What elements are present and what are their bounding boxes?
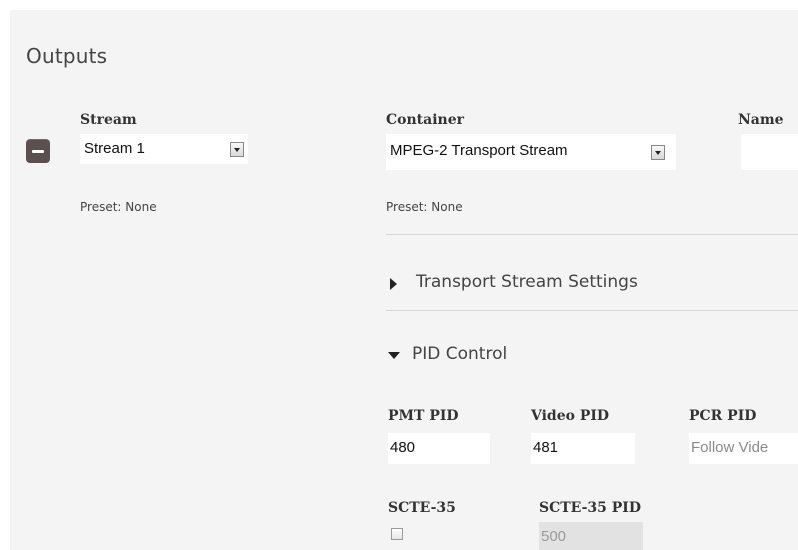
transport-stream-settings-heading: Transport Stream Settings <box>416 272 638 292</box>
stream-select[interactable]: Stream 1 <box>80 134 248 164</box>
pmt-pid-label: PMT PID <box>388 408 459 424</box>
pcr-pid-input[interactable]: Follow Vide <box>689 433 798 464</box>
remove-output-button[interactable] <box>26 139 50 163</box>
video-pid-input[interactable]: 481 <box>531 433 635 464</box>
chevron-down-icon[interactable] <box>230 142 244 157</box>
minus-icon <box>32 150 44 153</box>
name-input[interactable] <box>741 134 798 170</box>
transport-stream-settings-toggle[interactable]: Transport Stream Settings <box>388 272 708 296</box>
pid-control-toggle[interactable]: PID Control <box>388 344 588 368</box>
triangle-down-icon <box>388 352 400 359</box>
divider <box>386 234 798 235</box>
chevron-down-icon[interactable] <box>651 145 665 160</box>
container-select[interactable]: MPEG-2 Transport Stream <box>386 134 676 170</box>
scte35-checkbox[interactable] <box>391 528 403 540</box>
pmt-pid-input[interactable]: 480 <box>388 433 490 464</box>
scte35-label: SCTE-35 <box>388 500 456 516</box>
outputs-panel: Outputs Stream Stream 1 Preset: None Con… <box>10 10 798 550</box>
container-label: Container <box>386 112 464 128</box>
divider <box>386 310 798 311</box>
scte35-pid-label: SCTE-35 PID <box>539 500 641 516</box>
page-title: Outputs <box>26 44 108 68</box>
scte35-pid-input[interactable]: 500 <box>539 522 643 550</box>
stream-preset: Preset: None <box>80 200 157 214</box>
pid-control-heading: PID Control <box>412 344 508 364</box>
container-select-value: MPEG-2 Transport Stream <box>390 142 568 159</box>
name-label: Name <box>738 112 784 128</box>
video-pid-label: Video PID <box>531 408 610 424</box>
stream-label: Stream <box>80 112 137 128</box>
stream-select-value: Stream 1 <box>84 140 145 157</box>
triangle-right-icon <box>390 278 397 290</box>
pcr-pid-label: PCR PID <box>689 408 757 424</box>
container-preset: Preset: None <box>386 200 463 214</box>
